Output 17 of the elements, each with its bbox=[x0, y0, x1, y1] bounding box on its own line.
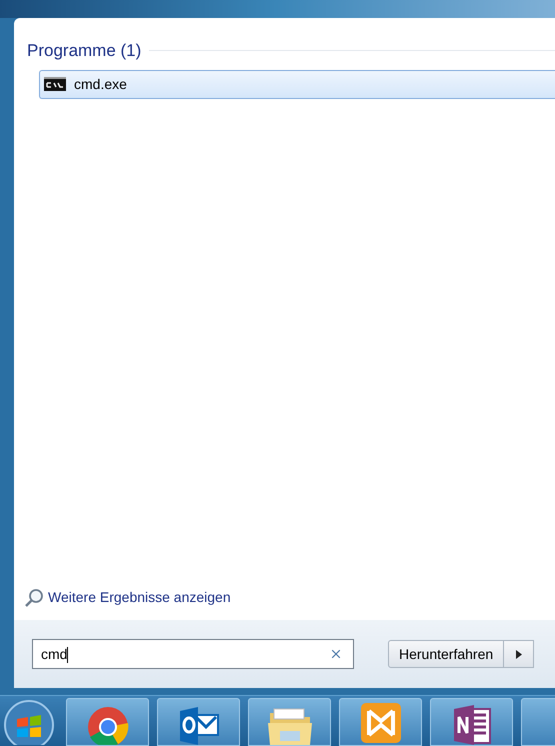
caret-icon bbox=[516, 650, 522, 658]
taskbar-button[interactable] bbox=[248, 698, 331, 746]
more-results-link[interactable]: Weitere Ergebnisse anzeigen bbox=[48, 587, 231, 608]
taskbar-button[interactable] bbox=[339, 698, 422, 746]
shutdown-options-button[interactable] bbox=[504, 640, 534, 668]
clear-icon[interactable] bbox=[329, 647, 343, 661]
result-label: cmd.exe bbox=[74, 74, 127, 94]
search-field[interactable]: cmd bbox=[32, 639, 354, 669]
terminal-icon bbox=[44, 77, 66, 91]
taskbar-button[interactable] bbox=[157, 698, 240, 746]
shutdown-button[interactable]: Herunterfahren bbox=[388, 640, 504, 668]
app-icon[interactable] bbox=[358, 701, 402, 745]
section-heading: Programme (1) bbox=[27, 40, 142, 62]
result-item[interactable]: cmd.exe bbox=[39, 70, 555, 98]
taskbar-button[interactable] bbox=[430, 698, 513, 746]
search-icon bbox=[24, 588, 44, 608]
taskbar-button[interactable] bbox=[66, 698, 149, 746]
